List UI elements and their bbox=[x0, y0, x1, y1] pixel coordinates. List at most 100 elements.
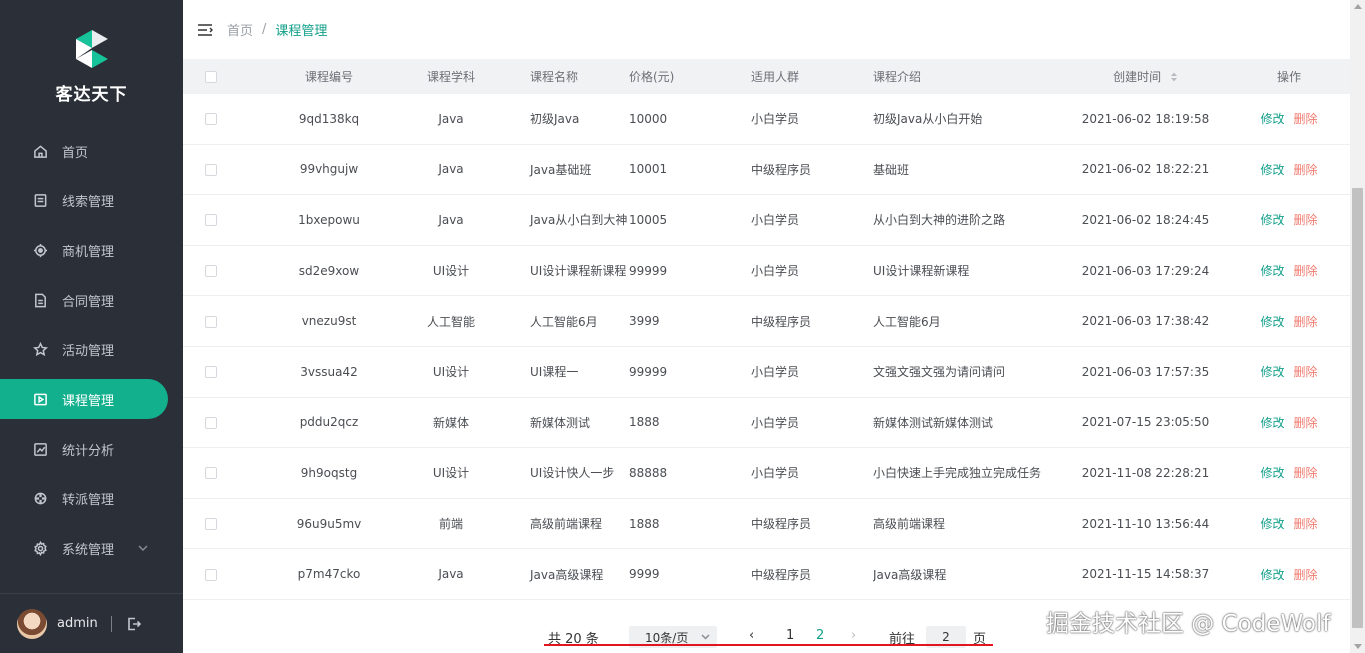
cell-crowd: 中级程序员 bbox=[751, 314, 812, 329]
cell-desc: 基础班 bbox=[873, 162, 910, 177]
delete-link[interactable]: 删除 bbox=[1294, 112, 1318, 126]
cell-subject: UI设计 bbox=[432, 466, 470, 481]
cell-subject: 人工智能 bbox=[426, 314, 475, 329]
cell-subject: 新媒体 bbox=[432, 415, 469, 430]
next-page-button[interactable]: › bbox=[851, 628, 856, 643]
cell-crowd: 小白学员 bbox=[751, 415, 800, 430]
sidebar-item-label: 统计分析 bbox=[62, 443, 115, 459]
logo[interactable]: 客达天下 bbox=[0, 0, 183, 120]
sidebar-item-statistics[interactable]: 统计分析 bbox=[0, 429, 183, 469]
cell-price: 88888 bbox=[629, 465, 668, 480]
row-checkbox[interactable] bbox=[183, 415, 239, 429]
cell-actions: 修改 删除 bbox=[1228, 262, 1350, 279]
cell-id: 9h9oqstg bbox=[300, 465, 358, 480]
cell-actions: 修改 删除 bbox=[1228, 515, 1350, 532]
cell-id: 3vssua42 bbox=[300, 364, 358, 379]
target-icon bbox=[32, 242, 48, 258]
sidebar: 客达天下 首页 线索管理 商机管理 合同管理 活动管理 课程管理 统计分析 转派… bbox=[0, 0, 183, 653]
sidebar-item-transfer[interactable]: 转派管理 bbox=[0, 479, 183, 519]
edit-link[interactable]: 修改 bbox=[1260, 213, 1284, 227]
cell-subject: UI设计 bbox=[432, 264, 470, 279]
sidebar-item-label: 线索管理 bbox=[62, 195, 115, 211]
cell-actions: 修改 删除 bbox=[1228, 161, 1350, 178]
cell-name: UI设计课程新课程 bbox=[530, 264, 627, 279]
cell-name: 新媒体测试 bbox=[530, 415, 591, 430]
edit-link[interactable]: 修改 bbox=[1260, 365, 1284, 379]
row-checkbox[interactable] bbox=[183, 567, 239, 581]
cell-id: 9qd138kq bbox=[298, 111, 360, 126]
cell-crowd: 中级程序员 bbox=[751, 567, 812, 582]
edit-link[interactable]: 修改 bbox=[1260, 264, 1284, 278]
delete-link[interactable]: 删除 bbox=[1294, 264, 1318, 278]
delete-link[interactable]: 删除 bbox=[1294, 517, 1318, 531]
prev-page-button[interactable]: ‹ bbox=[749, 628, 754, 643]
cell-price: 10005 bbox=[629, 212, 668, 227]
cell-price: 10001 bbox=[629, 162, 668, 177]
avatar[interactable] bbox=[17, 608, 47, 639]
edit-link[interactable]: 修改 bbox=[1260, 568, 1284, 582]
table-row: vnezu9st 人工智能 人工智能6月 3999 中级程序员 人工智能6月 2021-06… bbox=[183, 296, 1350, 347]
delete-link[interactable]: 删除 bbox=[1294, 365, 1318, 379]
sort-icon[interactable] bbox=[1170, 71, 1178, 85]
cell-time: 2021-06-02 18:24:45 bbox=[1081, 212, 1210, 227]
delete-link[interactable]: 删除 bbox=[1294, 163, 1318, 177]
cell-crowd: 小白学员 bbox=[751, 213, 800, 228]
chevron-down-icon bbox=[701, 630, 710, 644]
cell-id: vnezu9st bbox=[301, 314, 357, 329]
vertical-scrollbar[interactable] bbox=[1350, 0, 1365, 653]
edit-link[interactable]: 修改 bbox=[1260, 517, 1284, 531]
scroll-down-icon[interactable] bbox=[1354, 644, 1362, 649]
menu-toggle-icon[interactable] bbox=[197, 23, 213, 37]
column-header-id: 课程编号 bbox=[304, 70, 353, 84]
row-checkbox[interactable] bbox=[183, 365, 239, 379]
cell-desc: Java高级课程 bbox=[873, 567, 947, 582]
column-header-time[interactable]: 创建时间 bbox=[1063, 68, 1228, 85]
row-checkbox[interactable] bbox=[183, 162, 239, 176]
username: admin bbox=[57, 616, 98, 631]
cell-crowd: 小白学员 bbox=[751, 112, 800, 127]
cell-subject: UI设计 bbox=[432, 365, 470, 380]
edit-link[interactable]: 修改 bbox=[1260, 163, 1284, 177]
delete-link[interactable]: 删除 bbox=[1294, 416, 1318, 430]
cell-crowd: 小白学员 bbox=[751, 264, 800, 279]
row-checkbox[interactable] bbox=[183, 112, 239, 126]
edit-link[interactable]: 修改 bbox=[1260, 112, 1284, 126]
sidebar-item-courses[interactable]: 课程管理 bbox=[0, 379, 168, 420]
divider bbox=[110, 615, 112, 632]
edit-link[interactable]: 修改 bbox=[1260, 315, 1284, 329]
cell-id: 96u9u5mv bbox=[296, 516, 362, 531]
cell-id: 1bxepowu bbox=[298, 212, 360, 227]
row-checkbox[interactable] bbox=[183, 517, 239, 531]
sidebar-item-business[interactable]: 商机管理 bbox=[0, 230, 183, 270]
scrollbar-thumb[interactable] bbox=[1352, 188, 1363, 628]
row-checkbox[interactable] bbox=[183, 314, 239, 328]
sidebar-item-system[interactable]: 系统管理 bbox=[0, 529, 183, 569]
cell-time: 2021-07-15 23:05:50 bbox=[1081, 415, 1210, 430]
page-number-2[interactable]: 2 bbox=[816, 628, 824, 643]
page-number-1[interactable]: 1 bbox=[786, 628, 794, 643]
breadcrumb-home[interactable]: 首页 bbox=[227, 20, 253, 39]
row-checkbox[interactable] bbox=[183, 466, 239, 480]
sidebar-item-activities[interactable]: 活动管理 bbox=[0, 330, 183, 370]
delete-link[interactable]: 删除 bbox=[1294, 568, 1318, 582]
table-row: 9h9oqstg UI设计 UI设计快人一步 88888 小白学员 小白快速上手完成独立完… bbox=[183, 448, 1350, 499]
delete-link[interactable]: 删除 bbox=[1294, 466, 1318, 480]
header: 首页 / 课程管理 bbox=[183, 0, 1350, 59]
delete-link[interactable]: 删除 bbox=[1294, 315, 1318, 329]
sidebar-item-home[interactable]: 首页 bbox=[0, 131, 183, 171]
cell-desc: 新媒体测试新媒体测试 bbox=[873, 415, 994, 430]
logout-icon[interactable] bbox=[126, 616, 142, 632]
sidebar-item-leads[interactable]: 线索管理 bbox=[0, 181, 183, 221]
edit-link[interactable]: 修改 bbox=[1260, 466, 1284, 480]
cell-time: 2021-06-02 18:22:21 bbox=[1081, 162, 1210, 177]
table-row: 99vhgujw Java Java基础班 10001 中级程序员 基础班 2021-06-… bbox=[183, 145, 1350, 196]
sidebar-item-contracts[interactable]: 合同管理 bbox=[0, 280, 183, 320]
delete-link[interactable]: 删除 bbox=[1294, 213, 1318, 227]
breadcrumb: 首页 / 课程管理 bbox=[227, 20, 327, 39]
edit-link[interactable]: 修改 bbox=[1260, 416, 1284, 430]
row-checkbox[interactable] bbox=[183, 264, 239, 278]
select-all-checkbox[interactable] bbox=[183, 70, 239, 84]
cell-id: sd2e9xow bbox=[298, 263, 360, 278]
scroll-up-icon[interactable] bbox=[1354, 4, 1362, 9]
row-checkbox[interactable] bbox=[183, 213, 239, 227]
